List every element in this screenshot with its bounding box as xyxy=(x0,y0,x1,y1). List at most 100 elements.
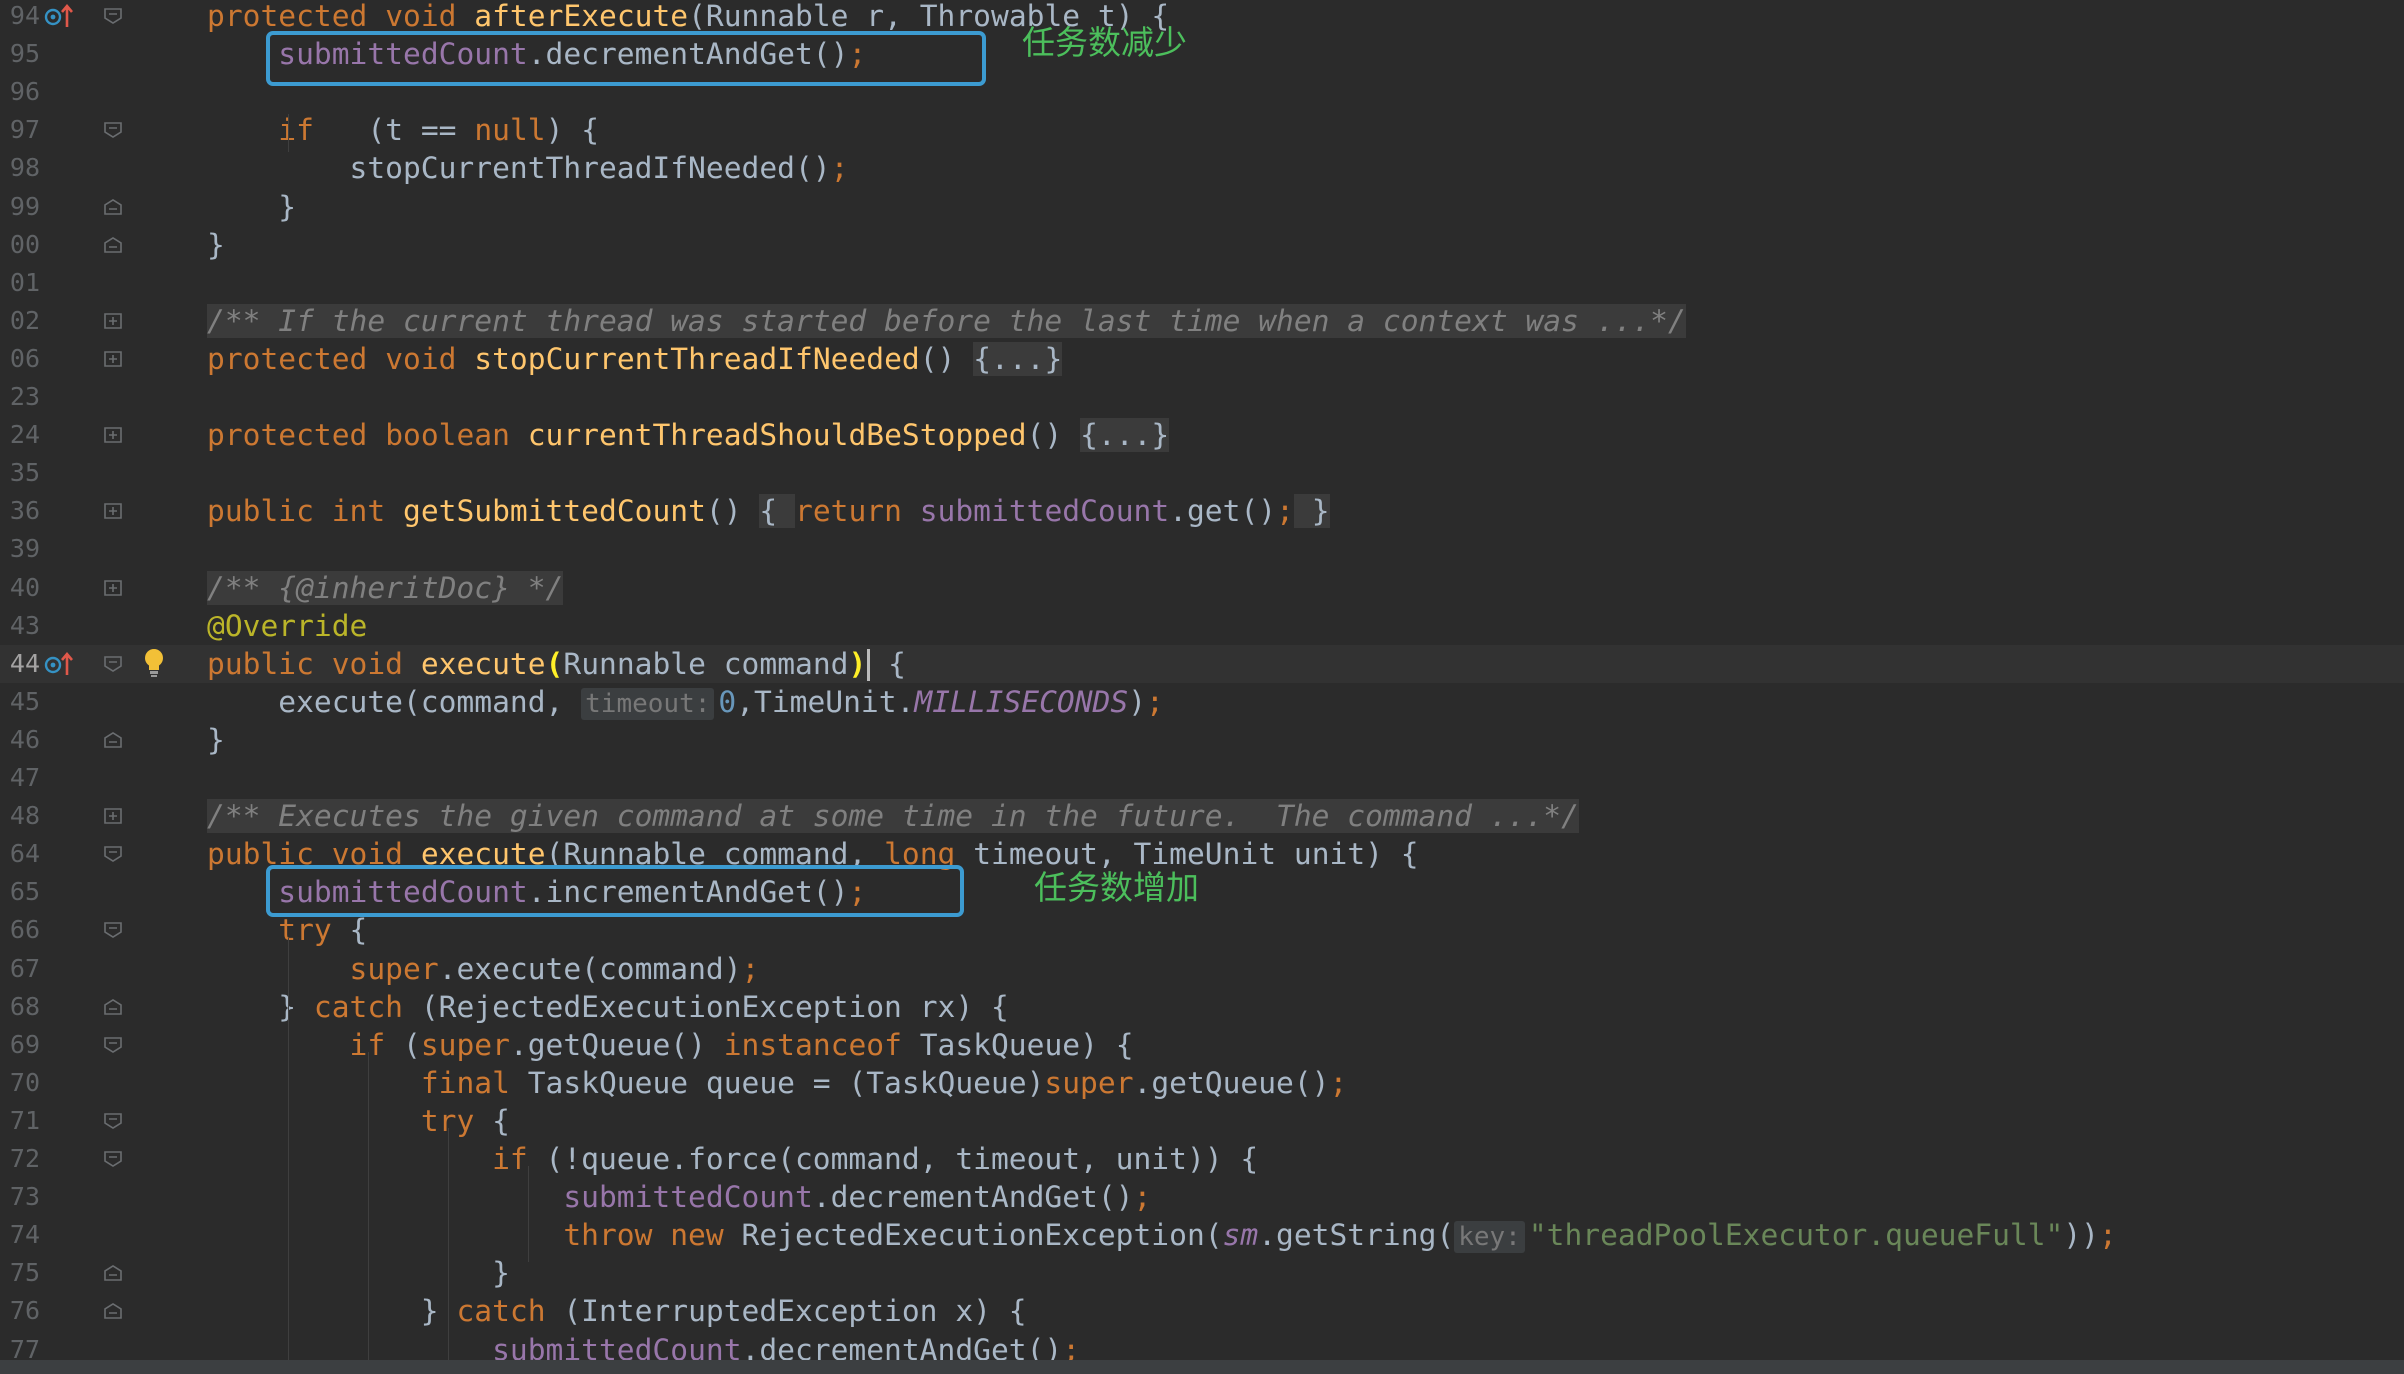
code-line[interactable]: 35 xyxy=(0,454,2404,492)
code-line[interactable]: 39 xyxy=(0,530,2404,568)
code-line[interactable]: 48 /** Executes the given command at some… xyxy=(0,797,2404,835)
code-token: ; xyxy=(2099,1218,2117,1253)
code-line[interactable]: 01 xyxy=(0,264,2404,302)
code-line[interactable]: 98 stopCurrentThreadIfNeeded(); xyxy=(0,149,2404,187)
code-text[interactable]: } xyxy=(207,721,225,759)
intention-bulb-icon[interactable] xyxy=(142,647,166,679)
code-line[interactable]: 99 } xyxy=(0,188,2404,226)
fold-collapse-icon[interactable] xyxy=(104,1113,122,1129)
code-text[interactable]: throw new RejectedExecutionException(sm.… xyxy=(207,1216,2117,1254)
code-token: "threadPoolExecutor.queueFull" xyxy=(1528,1218,2064,1253)
fold-expand-icon[interactable] xyxy=(104,351,122,367)
code-token: .getQueue() xyxy=(1133,1065,1330,1100)
fold-collapse-icon[interactable] xyxy=(104,236,122,253)
code-text[interactable]: public int getSubmittedCount() { return … xyxy=(207,492,1330,530)
code-text[interactable]: /** {@inheritDoc} */ xyxy=(207,569,564,607)
code-line[interactable]: 68 } catch (RejectedExecutionException r… xyxy=(0,988,2404,1026)
fold-expand-icon[interactable] xyxy=(104,427,122,443)
code-text[interactable]: public void execute(Runnable command) { xyxy=(207,645,906,683)
fold-expand-icon[interactable] xyxy=(104,503,122,520)
code-line[interactable]: 76 } catch (InterruptedException x) { xyxy=(0,1292,2404,1330)
code-line[interactable]: 72 if (!queue.force(command, timeout, un… xyxy=(0,1140,2404,1178)
code-line[interactable]: 70 final TaskQueue queue = (TaskQueue)su… xyxy=(0,1064,2404,1102)
fold-collapse-icon[interactable] xyxy=(104,846,122,863)
code-text[interactable]: if (super.getQueue() instanceof TaskQueu… xyxy=(207,1026,1134,1064)
code-text[interactable]: final TaskQueue queue = (TaskQueue)super… xyxy=(207,1064,1348,1102)
code-line[interactable]: 43 @Override xyxy=(0,607,2404,645)
code-line[interactable]: 36 public int getSubmittedCount() { retur… xyxy=(0,492,2404,530)
code-token: (InterruptedException x) { xyxy=(545,1294,1027,1329)
code-line[interactable]: 66 try { xyxy=(0,911,2404,949)
fold-collapse-icon[interactable] xyxy=(104,1151,122,1167)
fold-collapse-icon[interactable] xyxy=(104,122,122,139)
line-number: 72 xyxy=(9,1144,40,1173)
code-text[interactable]: protected void stopCurrentThreadIfNeeded… xyxy=(207,340,1063,378)
fold-collapse-icon[interactable] xyxy=(104,1303,122,1320)
code-text[interactable]: } xyxy=(207,1254,510,1292)
line-number: 06 xyxy=(9,343,40,373)
code-text[interactable]: if (!queue.force(command, timeout, unit)… xyxy=(207,1140,1258,1178)
code-token: int xyxy=(331,494,386,529)
fold-collapse-icon[interactable] xyxy=(104,1036,122,1053)
line-number: 94 xyxy=(9,1,40,30)
line-number: 65 xyxy=(9,877,40,907)
code-token: afterExecute xyxy=(474,0,689,33)
code-text[interactable]: } catch (InterruptedException x) { xyxy=(207,1292,1027,1330)
code-text[interactable]: if (t == null) { xyxy=(207,111,599,149)
fold-expand-icon[interactable] xyxy=(104,808,122,824)
fold-expand-icon[interactable] xyxy=(104,312,122,329)
code-text[interactable]: protected boolean currentThreadShouldBeS… xyxy=(207,416,1170,454)
code-line[interactable]: 23 xyxy=(0,378,2404,416)
fold-collapse-icon[interactable] xyxy=(104,922,122,939)
code-text[interactable]: } catch (RejectedExecutionException rx) … xyxy=(207,988,1009,1026)
code-line[interactable]: 74 throw new RejectedExecutionException(… xyxy=(0,1216,2404,1254)
code-token: } xyxy=(207,1256,510,1291)
override-gutter-icon[interactable] xyxy=(44,3,74,29)
code-line[interactable]: 00} xyxy=(0,226,2404,264)
code-text[interactable]: /** Executes the given command at some t… xyxy=(207,797,1579,835)
code-line[interactable]: 69 if (super.getQueue() instanceof TaskQ… xyxy=(0,1026,2404,1064)
code-line[interactable]: 67 super.execute(command); xyxy=(0,950,2404,988)
fold-collapse-icon[interactable] xyxy=(104,731,122,748)
code-line[interactable]: 40 /** {@inheritDoc} */ xyxy=(0,569,2404,607)
code-text[interactable]: /** If the current thread was started be… xyxy=(207,302,1686,340)
code-line[interactable]: 24 protected boolean currentThreadShouldB… xyxy=(0,416,2404,454)
code-text[interactable]: } xyxy=(207,226,225,264)
code-text[interactable]: super.execute(command); xyxy=(207,950,760,988)
code-editor[interactable]: 94 protected void afterExecute(Runnable r… xyxy=(0,0,2404,1367)
line-number: 01 xyxy=(9,267,40,297)
code-text[interactable]: submittedCount.decrementAndGet(); xyxy=(207,1178,1151,1216)
fold-expand-icon[interactable] xyxy=(104,579,122,596)
code-line[interactable]: 47 xyxy=(0,759,2404,797)
code-token: timeout, TimeUnit unit) { xyxy=(955,837,1419,872)
code-token: {...} xyxy=(973,341,1063,376)
override-gutter-icon[interactable] xyxy=(44,651,74,677)
code-text[interactable]: try { xyxy=(207,1102,510,1140)
code-line[interactable]: 44 public void execute(Runnable command) … xyxy=(0,644,2404,683)
code-line[interactable]: 06 protected void stopCurrentThreadIfNeed… xyxy=(0,340,2404,378)
code-text[interactable]: } xyxy=(207,188,296,226)
code-line[interactable]: 94 protected void afterExecute(Runnable r… xyxy=(0,0,2404,35)
code-text[interactable]: execute(command, timeout: 0,TimeUnit.MILL… xyxy=(207,683,1164,721)
code-line[interactable]: 75 } xyxy=(0,1254,2404,1292)
code-token: .get() xyxy=(1169,494,1277,529)
code-line[interactable]: 45 execute(command, timeout: 0,TimeUnit.M… xyxy=(0,683,2404,721)
fold-collapse-icon[interactable] xyxy=(104,8,122,24)
code-text[interactable]: @Override xyxy=(207,607,367,645)
fold-collapse-icon[interactable] xyxy=(104,998,122,1015)
code-token: MILLISECONDS xyxy=(914,684,1129,719)
fold-collapse-icon[interactable] xyxy=(104,198,122,215)
code-line[interactable]: 71 try { xyxy=(0,1102,2404,1140)
code-text[interactable]: stopCurrentThreadIfNeeded(); xyxy=(207,149,849,187)
code-line[interactable]: 97 if (t == null) { xyxy=(0,111,2404,149)
code-line[interactable]: 73 submittedCount.decrementAndGet(); xyxy=(0,1178,2404,1216)
fold-collapse-icon[interactable] xyxy=(104,655,122,672)
fold-collapse-icon[interactable] xyxy=(104,1265,122,1282)
code-line[interactable]: 46} xyxy=(0,721,2404,759)
code-token: RejectedExecutionException( xyxy=(723,1218,1223,1253)
code-token: ) xyxy=(848,646,867,681)
code-line[interactable]: 02 /** If the current thread was started … xyxy=(0,302,2404,340)
